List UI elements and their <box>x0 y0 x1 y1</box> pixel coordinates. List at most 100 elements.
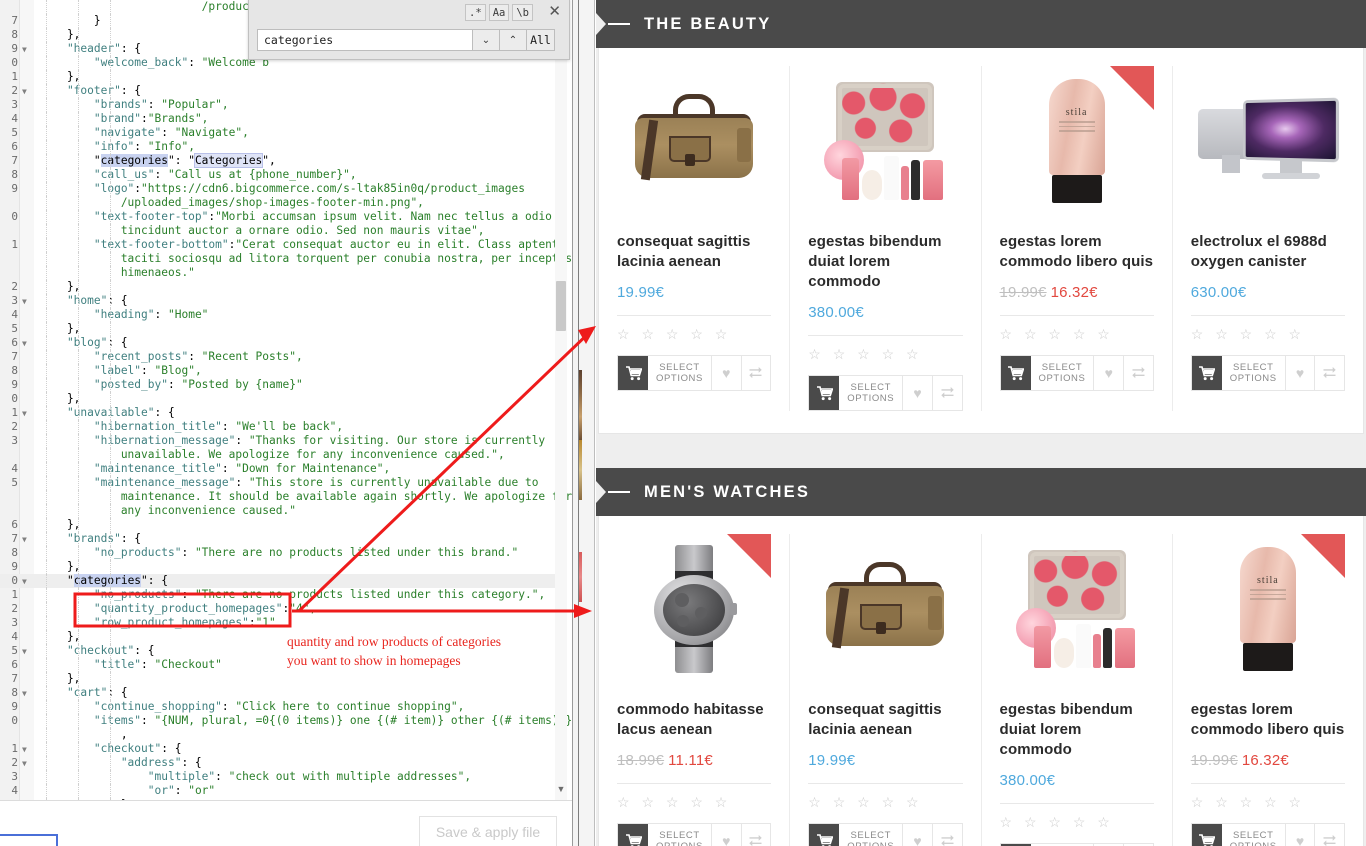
editor-scrollbar-thumb[interactable] <box>556 281 566 331</box>
code-line[interactable]: 9 "posted_by": "Posted by {name}" <box>0 378 558 392</box>
product-card[interactable]: Sale commodo habitasse lacus aenean 18.99€… <box>599 534 791 846</box>
product-image-wrapper[interactable] <box>808 534 962 684</box>
pane-divider[interactable] <box>572 0 595 846</box>
compare-button[interactable] <box>741 823 772 846</box>
select-options-button[interactable]: SELECTOPTIONS <box>617 823 712 846</box>
find-replace-bar[interactable]: .* Aa \b ✕ ⌄ ⌃ All <box>248 0 570 60</box>
code-line[interactable]: 9 }, <box>0 560 558 574</box>
code-line[interactable]: any inconvenience caused." <box>0 504 558 518</box>
code-editor-viewport[interactable]: /product_images/up 7 } 8 }, 9 ▼ "header": {0… <box>0 0 572 800</box>
fold-toggle-icon[interactable]: ▼ <box>22 85 27 99</box>
select-options-button[interactable]: SELECTOPTIONS <box>999 355 1095 391</box>
code-line[interactable]: 5 "maintenance_message": "This store is … <box>0 476 558 490</box>
wishlist-button[interactable]: ♥ <box>711 823 742 846</box>
code-line[interactable]: 1 "text-footer-bottom":"Cerat consequat … <box>0 238 559 252</box>
product-card[interactable]: consequat sagittis lacinia aenean 19.99€ ☆… <box>599 66 791 411</box>
product-card[interactable]: Sale stila egestas lorem commodo libero qu… <box>982 66 1173 411</box>
compare-button[interactable] <box>932 375 963 411</box>
code-line[interactable]: 4 "maintenance_title": "Down for Mainten… <box>0 462 558 476</box>
product-card[interactable]: egestas bibendum duiat lorem commodo 380.… <box>982 534 1173 846</box>
code-line[interactable]: 1 ▼ "unavailable": { <box>0 406 558 420</box>
compare-button[interactable] <box>1315 823 1345 846</box>
whole-word-toggle-icon[interactable]: \b <box>512 4 533 21</box>
code-line[interactable]: 4 "brand":"Brands", <box>0 112 558 126</box>
wishlist-button[interactable]: ♥ <box>711 355 742 391</box>
product-image-wrapper[interactable] <box>808 66 962 216</box>
compare-button[interactable] <box>932 823 963 846</box>
code-content[interactable]: /product_images/up 7 } 8 }, 9 ▼ "header": {0… <box>0 0 572 800</box>
product-card[interactable]: Sale stila egestas lorem commodo libero qu… <box>1173 534 1363 846</box>
code-line[interactable]: 8 "call_us": "Call us at {phone_number}"… <box>0 168 558 182</box>
code-line[interactable]: 2 "hibernation_title": "We'll be back", <box>0 420 558 434</box>
storefront-preview[interactable]: THE BEAUTY consequat sagittis lacinia aen… <box>596 0 1366 846</box>
rating-stars[interactable]: ☆ ☆ ☆ ☆ ☆ <box>1191 326 1345 343</box>
fold-toggle-icon[interactable]: ▼ <box>22 337 27 351</box>
code-line[interactable]: 2 ▼ "footer": { <box>0 84 558 98</box>
product-title[interactable]: electrolux el 6988d oxygen canister <box>1191 232 1345 272</box>
fold-toggle-icon[interactable]: ▼ <box>22 645 27 659</box>
find-previous-icon[interactable]: ⌃ <box>500 29 527 51</box>
code-line[interactable]: 1 "no_products": "There are no products … <box>0 588 558 602</box>
code-line[interactable]: taciti sociosqu ad litora torquent per c… <box>0 252 572 266</box>
product-image-wrapper[interactable]: Sale stila <box>1000 66 1154 216</box>
rating-stars[interactable]: ☆ ☆ ☆ ☆ ☆ <box>808 794 962 811</box>
select-options-button[interactable]: SELECTOPTIONS <box>617 355 712 391</box>
save-and-apply-file-button[interactable]: Save & apply file <box>419 816 557 846</box>
close-icon[interactable]: ✕ <box>548 4 561 20</box>
find-input-row[interactable]: ⌄ ⌃ All <box>257 29 555 51</box>
product-card[interactable]: egestas bibendum duiat lorem commodo 380.… <box>790 66 982 411</box>
wishlist-button[interactable]: ♥ <box>1285 823 1316 846</box>
product-image-wrapper[interactable] <box>617 66 771 216</box>
code-line[interactable]: 2 }, <box>0 280 558 294</box>
code-line[interactable]: 8 "no_products": "There are no products … <box>0 546 558 560</box>
code-line[interactable]: 2 ▼ "address": { <box>0 756 558 770</box>
code-line[interactable]: 7 "recent_posts": "Recent Posts", <box>0 350 558 364</box>
code-line[interactable]: 6 ▼ "blog": { <box>0 336 558 350</box>
scroll-down-icon[interactable]: ▼ <box>555 784 567 794</box>
code-line[interactable]: 7 }, <box>0 672 558 686</box>
product-title[interactable]: egestas lorem commodo libero quis <box>1000 232 1154 272</box>
code-line[interactable]: 0 "text-footer-top":"Morbi accumsan ipsu… <box>0 210 558 224</box>
product-title[interactable]: consequat sagittis lacinia aenean <box>808 700 962 740</box>
code-line[interactable]: 3 "hibernation_message": "Thanks for vis… <box>0 434 558 448</box>
code-line[interactable]: 0 "items": "{NUM, plural, =0{(0 items)} … <box>0 714 572 728</box>
fold-toggle-icon[interactable]: ▼ <box>22 43 27 57</box>
wishlist-button[interactable]: ♥ <box>1094 355 1125 391</box>
code-line[interactable]: 0 ▼ "categories": { <box>0 574 558 588</box>
rating-stars[interactable]: ☆ ☆ ☆ ☆ ☆ <box>617 326 771 343</box>
wishlist-button[interactable]: ♥ <box>903 823 933 846</box>
code-line[interactable]: 5 }, <box>0 322 558 336</box>
code-line[interactable]: 6 "info": "Info", <box>0 140 558 154</box>
code-line[interactable]: 3 "multiple": "check out with multiple a… <box>0 770 558 784</box>
product-image-wrapper[interactable] <box>1000 534 1154 684</box>
fold-toggle-icon[interactable]: ▼ <box>22 407 27 421</box>
code-line[interactable]: 9 "continue_shopping": "Click here to co… <box>0 700 558 714</box>
compare-button[interactable] <box>1315 355 1345 391</box>
code-line[interactable]: 9 "logo":"https://cdn6.bigcommerce.com/s… <box>0 182 558 196</box>
regex-toggle-icon[interactable]: .* <box>465 4 486 21</box>
rating-stars[interactable]: ☆ ☆ ☆ ☆ ☆ <box>617 794 771 811</box>
product-title[interactable]: consequat sagittis lacinia aenean <box>617 232 771 272</box>
wishlist-button[interactable]: ♥ <box>1285 355 1316 391</box>
compare-button[interactable] <box>741 355 772 391</box>
rating-stars[interactable]: ☆ ☆ ☆ ☆ ☆ <box>1000 326 1154 343</box>
product-image-wrapper[interactable] <box>1191 66 1345 216</box>
code-line[interactable]: 5 "navigate": "Navigate", <box>0 126 558 140</box>
code-line[interactable]: 8 ▼ "cart": { <box>0 686 558 700</box>
find-next-icon[interactable]: ⌄ <box>473 29 500 51</box>
select-options-button[interactable]: SELECTOPTIONS <box>808 375 904 411</box>
rating-stars[interactable]: ☆ ☆ ☆ ☆ ☆ <box>1000 814 1154 831</box>
code-line[interactable]: 7 "categories": "Categories", <box>0 153 558 168</box>
product-title[interactable]: commodo habitasse lacus aenean <box>617 700 771 740</box>
select-options-button[interactable]: SELECTOPTIONS <box>808 823 904 846</box>
focused-input-outline[interactable] <box>0 834 58 846</box>
rating-stars[interactable]: ☆ ☆ ☆ ☆ ☆ <box>1191 794 1345 811</box>
select-options-button[interactable]: SELECTOPTIONS <box>1190 355 1286 391</box>
product-title[interactable]: egestas bibendum duiat lorem commodo <box>808 232 962 292</box>
code-line[interactable]: tincidunt auctor a ornare odio. Sed non … <box>0 224 558 238</box>
code-line[interactable]: , <box>0 728 558 742</box>
fold-toggle-icon[interactable]: ▼ <box>22 533 27 547</box>
code-line[interactable]: 3 ▼ "home": { <box>0 294 558 308</box>
compare-button[interactable] <box>1124 355 1154 391</box>
find-option-toggles[interactable]: .* Aa \b <box>465 4 533 21</box>
